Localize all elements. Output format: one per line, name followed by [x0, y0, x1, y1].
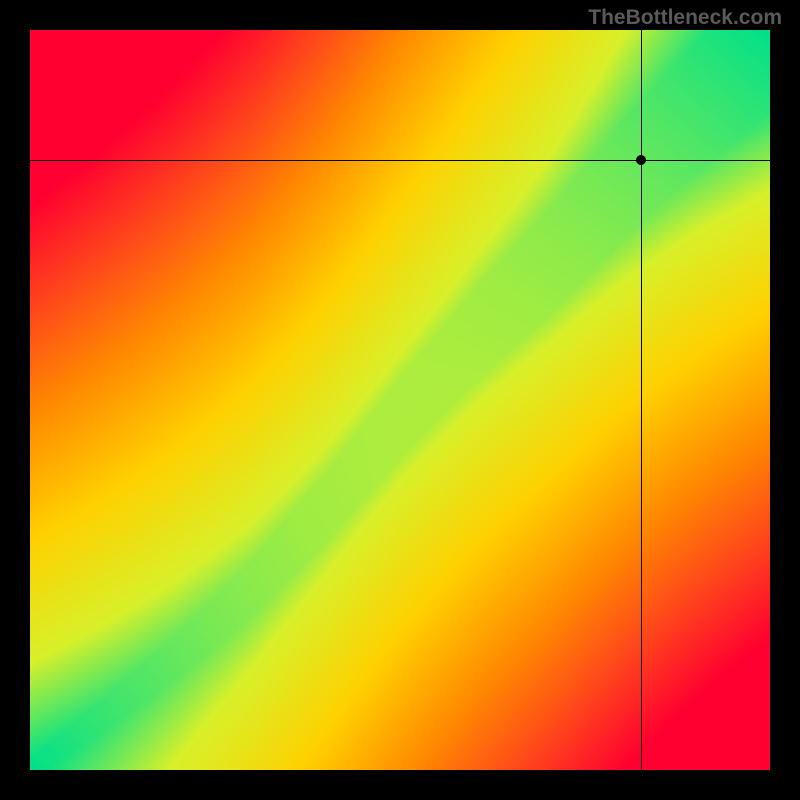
- chart-container: TheBottleneck.com: [0, 0, 800, 800]
- crosshair-vertical: [641, 30, 642, 770]
- watermark-text: TheBottleneck.com: [588, 6, 782, 30]
- selected-point: [636, 155, 646, 165]
- plot-area: [30, 30, 770, 770]
- crosshair-horizontal: [30, 160, 770, 161]
- heatmap-canvas: [30, 30, 770, 770]
